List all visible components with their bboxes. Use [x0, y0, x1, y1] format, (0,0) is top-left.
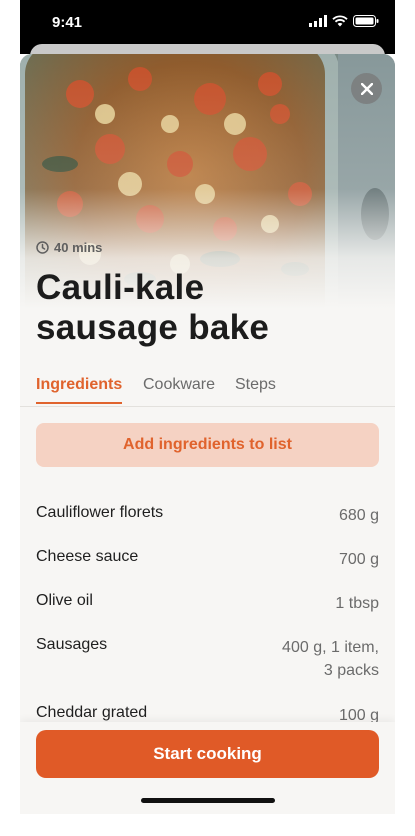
signal-icon	[309, 15, 327, 27]
ingredient-name: Cheese sauce	[36, 548, 139, 565]
ingredient-name: Olive oil	[36, 592, 93, 609]
cook-time-label: 40 mins	[54, 240, 103, 255]
ingredient-quantity: 400 g, 1 item, 3 packs	[282, 639, 379, 679]
status-time: 9:41	[52, 14, 83, 31]
footer-bar: Start cooking	[20, 722, 395, 814]
tab-steps[interactable]: Steps	[235, 376, 276, 402]
wifi-icon	[332, 15, 348, 27]
tab-ingredients[interactable]: Ingredients	[36, 376, 123, 404]
ingredient-name: Cheddar grated	[36, 704, 148, 721]
close-button[interactable]	[351, 73, 382, 104]
ingredient-quantity: 700 g	[338, 551, 379, 568]
add-ingredients-button[interactable]: Add ingredients to list	[36, 423, 379, 467]
cook-time: 40 mins	[36, 240, 102, 255]
battery-icon	[353, 15, 379, 27]
home-indicator	[141, 798, 275, 803]
clock-icon	[36, 241, 49, 254]
close-icon	[360, 82, 373, 95]
status-icons	[309, 15, 379, 27]
recipe-tabs: Ingredients Cookware Steps	[20, 374, 395, 407]
ingredient-name: Sausages	[36, 636, 108, 653]
tab-cookware[interactable]: Cookware	[143, 376, 215, 402]
start-cooking-button[interactable]: Start cooking	[36, 730, 379, 778]
phone-screen: 9:41 40 mins Cauli-kale sausage bake Ing…	[20, 0, 395, 836]
recipe-title: Cauli-kale sausage bake	[36, 268, 270, 347]
recipe-sheet: 40 mins Cauli-kale sausage bake Ingredie…	[20, 54, 395, 814]
ingredient-name: Cauliflower florets	[36, 504, 164, 521]
ingredient-quantity: 680 g	[338, 507, 379, 524]
ingredient-quantity: 1 tbsp	[335, 595, 379, 612]
